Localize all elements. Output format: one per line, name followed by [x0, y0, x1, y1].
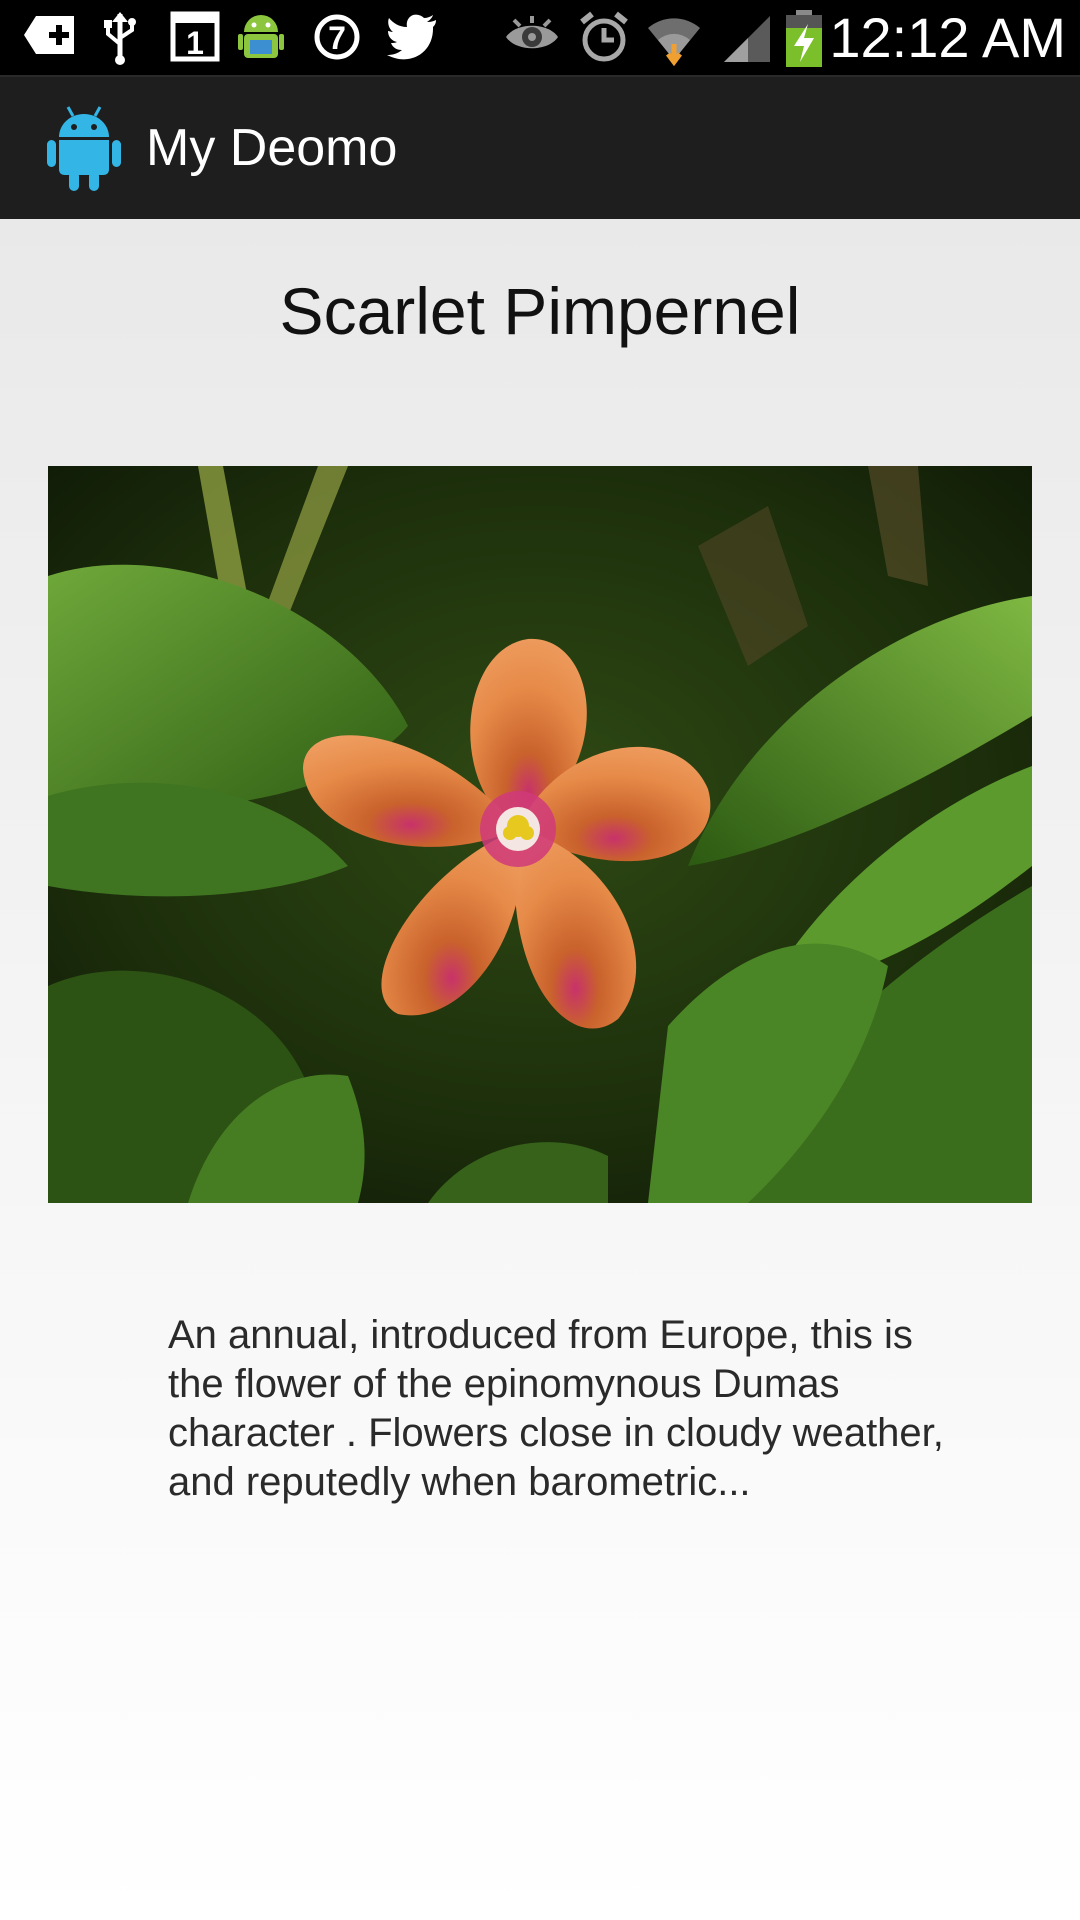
battery-charging-icon [784, 10, 824, 67]
alarm-icon [578, 10, 630, 65]
flower-image [48, 466, 1032, 1203]
content-area: Scarlet Pimpernel An annual, introduced … [0, 219, 1080, 1920]
flower-title: Scarlet Pimpernel [279, 274, 801, 348]
action-bar: My Deomo [0, 75, 1080, 219]
status-time: 12:12 AM [829, 6, 1066, 69]
calendar-day: 1 [186, 25, 204, 61]
wifi-icon [646, 10, 702, 66]
calendar-icon: 1 [170, 10, 220, 65]
seven-icon: 7 [312, 10, 362, 65]
eye-icon [504, 10, 560, 65]
status-bar: 1 7 12:12 AM [0, 0, 1080, 75]
app-title: My Deomo [146, 119, 398, 177]
android-debug-icon [236, 10, 286, 65]
flower-description: An annual, introduced from Europe, this … [168, 1313, 944, 1504]
seven-label: 7 [328, 20, 346, 56]
usb-icon [100, 10, 140, 65]
add-notification-icon [22, 10, 78, 65]
signal-icon [722, 10, 772, 65]
android-icon[interactable] [46, 103, 122, 191]
twitter-icon [386, 10, 440, 65]
